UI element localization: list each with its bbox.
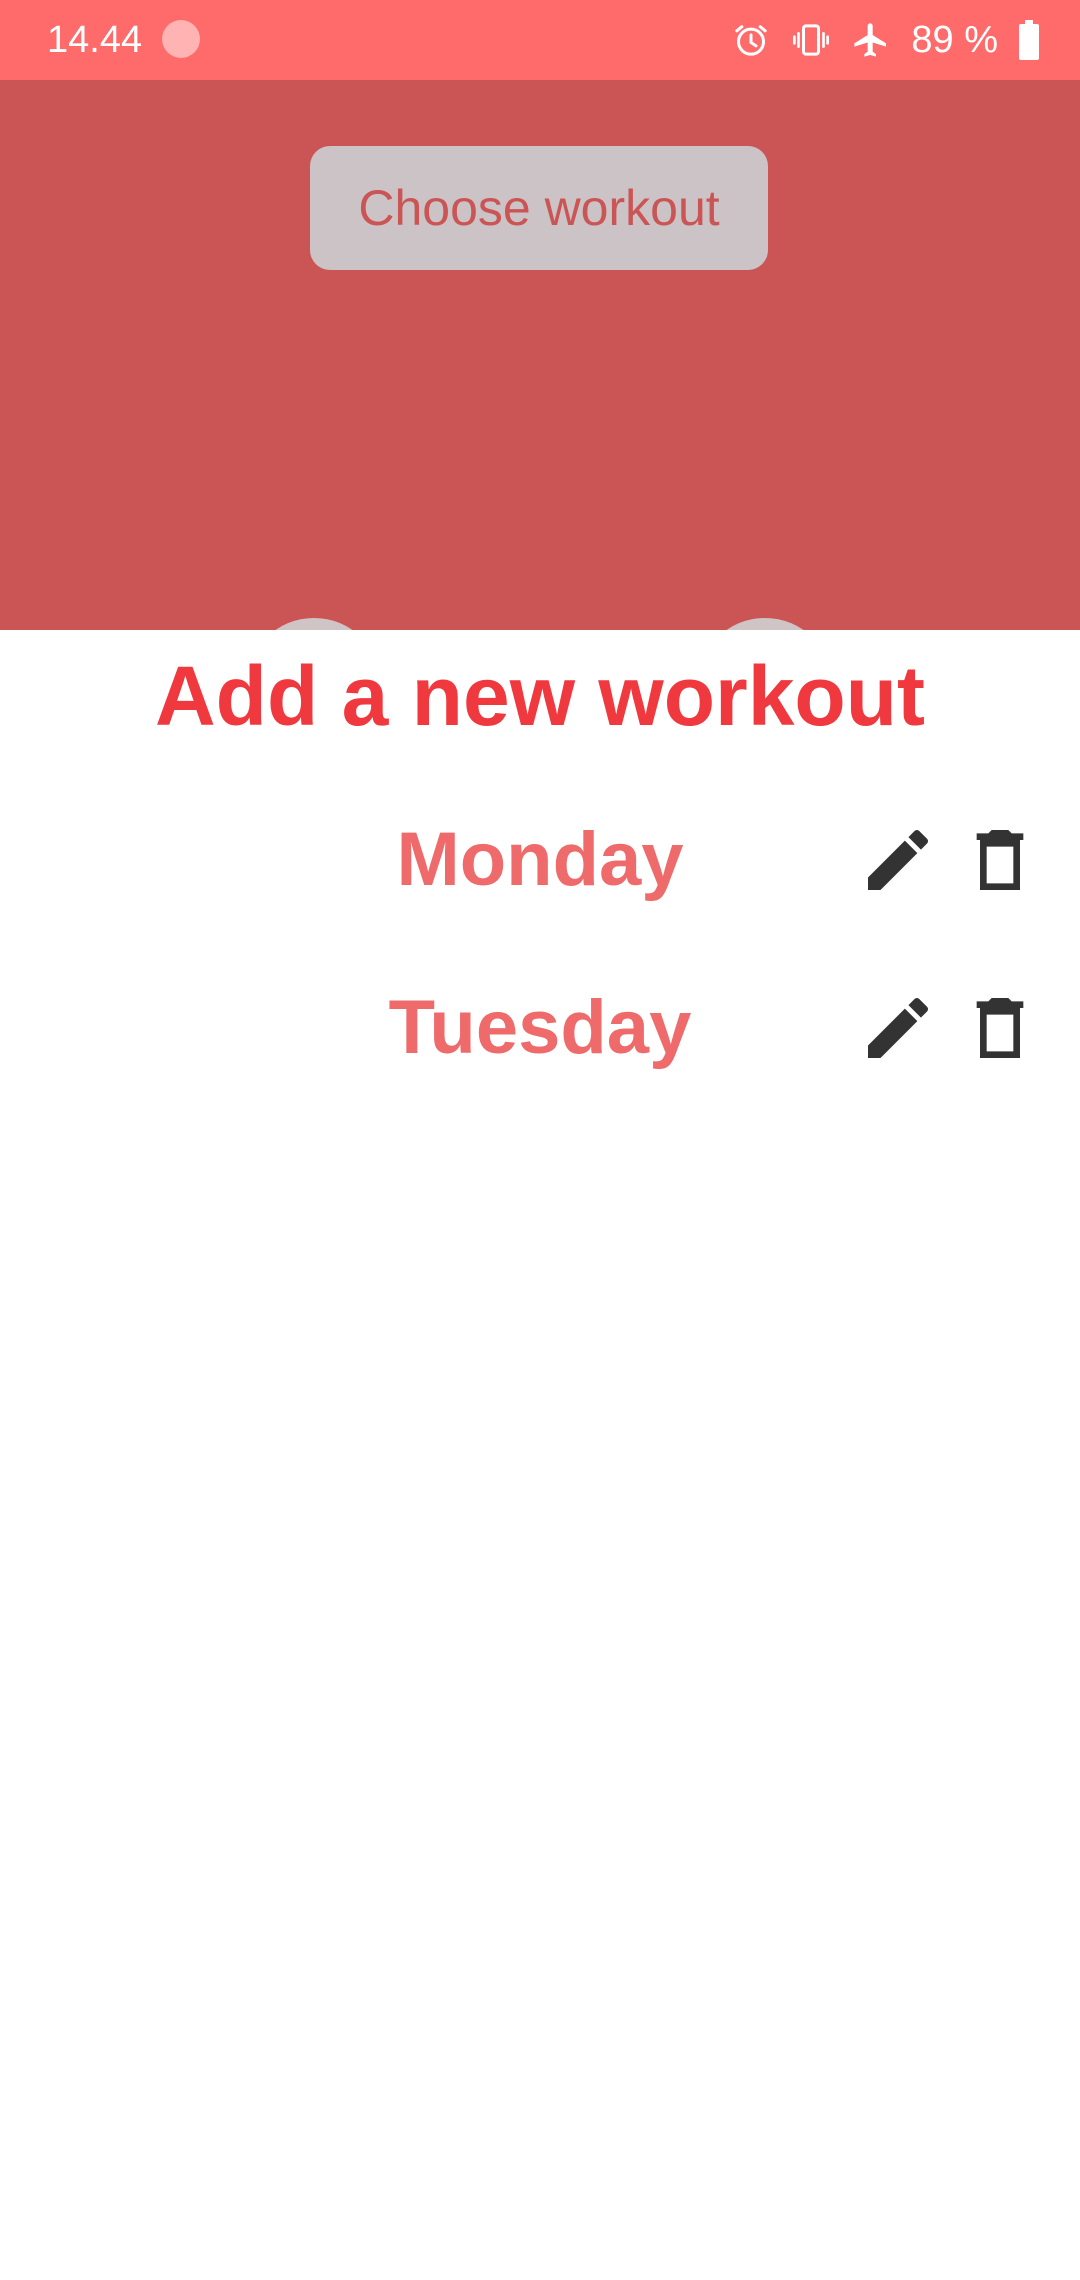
battery-icon bbox=[1018, 20, 1040, 60]
edit-monday-button[interactable] bbox=[858, 820, 938, 900]
trash-icon bbox=[976, 998, 1024, 1058]
alarm-icon bbox=[731, 20, 771, 60]
status-time: 14.44 bbox=[47, 19, 143, 61]
delete-tuesday-button[interactable] bbox=[960, 988, 1040, 1068]
delete-monday-button[interactable] bbox=[960, 820, 1040, 900]
header-area: Choose workout bbox=[0, 80, 1080, 630]
edit-tuesday-button[interactable] bbox=[858, 988, 938, 1068]
app-screen: 14.44 89 % Choose workout Add a new work… bbox=[0, 0, 1080, 2280]
trash-icon bbox=[976, 830, 1024, 890]
notification-dot-icon bbox=[162, 20, 200, 58]
left-circle-button[interactable] bbox=[246, 618, 382, 630]
pencil-icon bbox=[868, 997, 929, 1058]
workout-row-tuesday[interactable]: Tuesday bbox=[0, 958, 1080, 1098]
airplane-mode-icon bbox=[851, 20, 891, 60]
workout-row-monday[interactable]: Monday bbox=[0, 790, 1080, 930]
add-new-workout-button[interactable]: Add a new workout bbox=[0, 646, 1080, 746]
pencil-icon bbox=[868, 829, 929, 890]
status-icons: 89 % bbox=[731, 16, 1040, 64]
workout-sheet: Add a new workout Monday Tuesday bbox=[0, 630, 1080, 2280]
choose-workout-button[interactable]: Choose workout bbox=[310, 146, 768, 270]
right-circle-button[interactable] bbox=[697, 618, 833, 630]
battery-percentage: 89 % bbox=[911, 19, 998, 61]
status-bar: 14.44 89 % bbox=[0, 0, 1080, 80]
vibrate-icon bbox=[791, 20, 831, 60]
